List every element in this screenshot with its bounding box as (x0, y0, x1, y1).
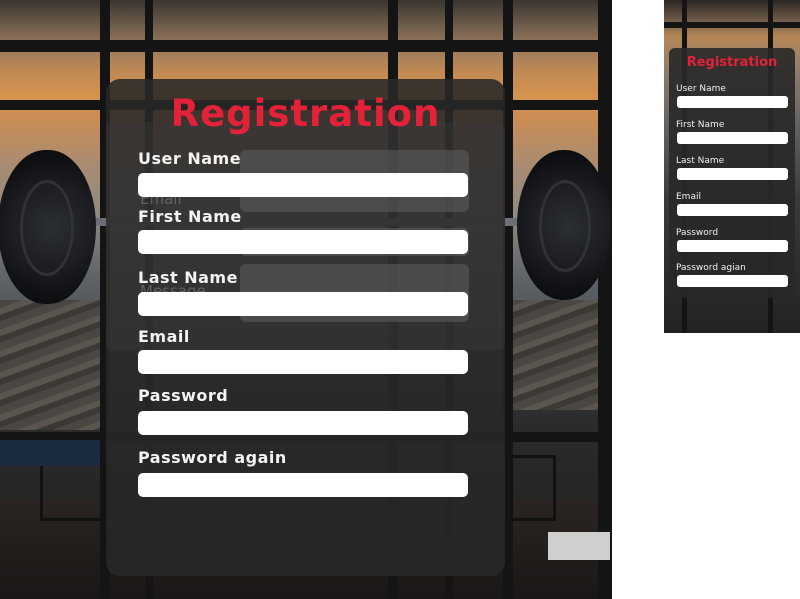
label-first-name: First Name (138, 207, 242, 226)
label-password: Password (138, 386, 229, 405)
mobile-password-again-input[interactable] (677, 275, 788, 287)
mobile-first-name-input[interactable] (677, 132, 788, 144)
mobile-user-name-input[interactable] (677, 96, 788, 108)
mobile-email-input[interactable] (677, 204, 788, 216)
user-name-input[interactable] (138, 173, 468, 197)
mobile-label-first-name: First Name (676, 120, 725, 130)
floor-rack-left (40, 460, 106, 521)
mobile-last-name-input[interactable] (677, 168, 788, 180)
mobile-label-user-name: User Name (676, 84, 726, 94)
weight-plate-right (517, 150, 611, 300)
mobile-label-password-again: Password agian (676, 263, 746, 273)
password-again-input[interactable] (138, 473, 468, 497)
label-last-name: Last Name (138, 268, 238, 287)
floor-rack-right (510, 455, 556, 521)
window-frame (598, 0, 612, 599)
label-user-name: User Name (138, 149, 242, 168)
floor-box (548, 532, 610, 560)
mobile-label-email: Email (676, 192, 701, 202)
mobile-preview: Registration User Name First Name Last N… (664, 0, 800, 333)
label-email: Email (138, 327, 190, 346)
last-name-input[interactable] (138, 292, 468, 316)
rooftops-left (0, 300, 110, 430)
page-title: Registration (170, 92, 441, 135)
rooftops-right (505, 300, 612, 410)
weight-plate-left (0, 150, 96, 304)
mobile-title: Registration (686, 55, 778, 70)
mobile-label-password: Password (676, 228, 719, 238)
window-frame (0, 40, 612, 52)
password-input[interactable] (138, 411, 468, 435)
floor-mat (0, 440, 100, 466)
email-input[interactable] (138, 350, 468, 374)
mobile-password-input[interactable] (677, 240, 788, 252)
mobile-label-last-name: Last Name (676, 156, 725, 166)
label-password-again: Password again (138, 448, 287, 467)
first-name-input[interactable] (138, 230, 468, 254)
